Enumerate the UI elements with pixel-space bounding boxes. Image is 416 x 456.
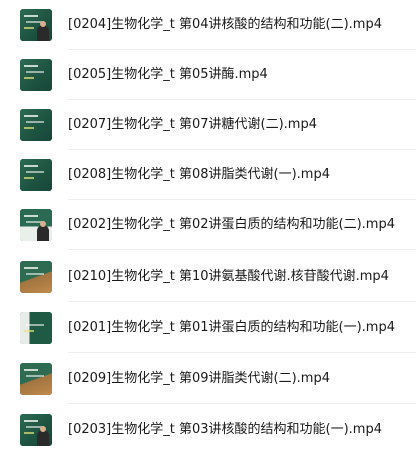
file-name: [0208]生物化学_t 第08讲脂类代谢(一).mp4 [68, 167, 330, 182]
file-row[interactable]: [0209]生物化学_t 第09讲脂类代谢(二).mp4 [0, 354, 416, 404]
row-divider [68, 403, 416, 404]
file-list: [0204]生物化学_t 第04讲核酸的结构和功能(二).mp4 [0205]生… [0, 0, 416, 456]
file-name: [0202]生物化学_t 第02讲蛋白质的结构和功能(二).mp4 [68, 217, 395, 232]
file-row[interactable]: [0205]生物化学_t 第05讲酶.mp4 [0, 50, 416, 100]
file-name: [0205]生物化学_t 第05讲酶.mp4 [68, 67, 268, 82]
video-thumbnail-icon [20, 261, 52, 293]
file-name: [0210]生物化学_t 第10讲氨基酸代谢.核苷酸代谢.mp4 [68, 269, 389, 284]
row-divider [68, 249, 416, 250]
row-divider [68, 301, 416, 302]
file-row[interactable]: [0203]生物化学_t 第03讲核酸的结构和功能(一).mp4 [0, 405, 416, 455]
file-row[interactable]: [0202]生物化学_t 第02讲蛋白质的结构和功能(二).mp4 [0, 200, 416, 250]
row-divider [68, 352, 416, 353]
file-name: [0201]生物化学_t 第01讲蛋白质的结构和功能(一).mp4 [68, 320, 395, 335]
video-thumbnail-icon [20, 9, 52, 41]
video-thumbnail-icon [20, 312, 52, 344]
file-row[interactable]: [0208]生物化学_t 第08讲脂类代谢(一).mp4 [0, 150, 416, 200]
file-row[interactable]: [0201]生物化学_t 第01讲蛋白质的结构和功能(一).mp4 [0, 303, 416, 353]
file-name: [0209]生物化学_t 第09讲脂类代谢(二).mp4 [68, 371, 330, 386]
video-thumbnail-icon [20, 59, 52, 91]
video-thumbnail-icon [20, 209, 52, 241]
video-thumbnail-icon [20, 109, 52, 141]
file-name: [0203]生物化学_t 第03讲核酸的结构和功能(一).mp4 [68, 422, 382, 437]
video-thumbnail-icon [20, 159, 52, 191]
file-row[interactable]: [0210]生物化学_t 第10讲氨基酸代谢.核苷酸代谢.mp4 [0, 252, 416, 302]
file-name: [0207]生物化学_t 第07讲糖代谢(二).mp4 [68, 117, 317, 132]
file-name: [0204]生物化学_t 第04讲核酸的结构和功能(二).mp4 [68, 17, 382, 32]
video-thumbnail-icon [20, 414, 52, 446]
video-thumbnail-icon [20, 363, 52, 395]
file-row[interactable]: [0207]生物化学_t 第07讲糖代谢(二).mp4 [0, 100, 416, 150]
file-row[interactable]: [0204]生物化学_t 第04讲核酸的结构和功能(二).mp4 [0, 0, 416, 50]
